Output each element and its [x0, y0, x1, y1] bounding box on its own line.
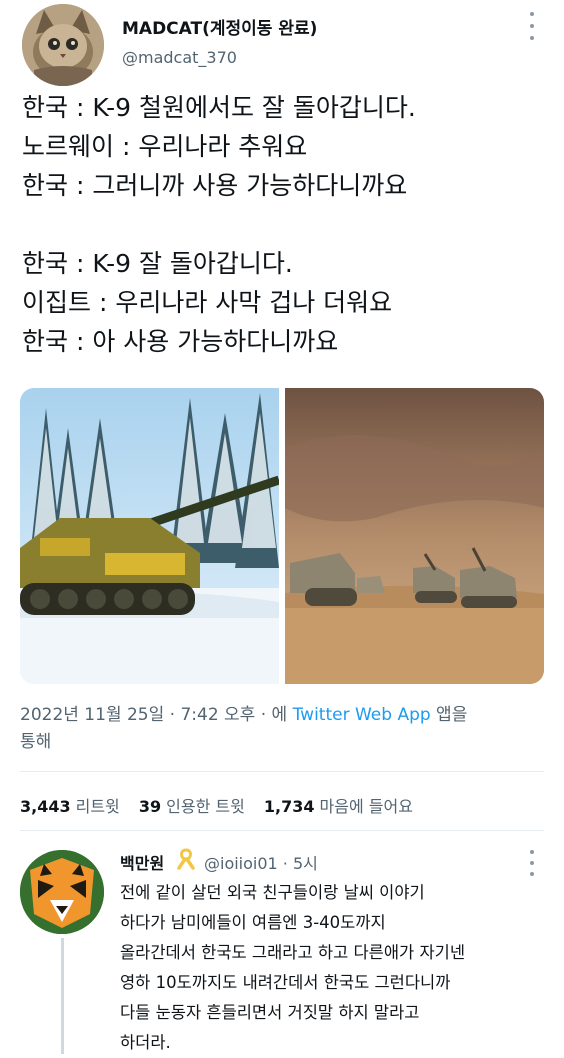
cat-avatar-icon: [22, 4, 104, 86]
quotes-label: 인용한 트윗: [166, 797, 245, 816]
more-options-icon[interactable]: [528, 12, 536, 40]
reply-avatar[interactable]: [20, 850, 104, 934]
quotes-stat[interactable]: 39 인용한 트윗: [139, 797, 245, 816]
tweet-stats: 3,443 리트윗 39 인용한 트윗 1,734 마음에 들어요: [20, 793, 427, 817]
retweets-stat[interactable]: 3,443 리트윗: [20, 797, 120, 816]
tweet-line: 이집트 : 우리나라 사막 겁나 더워요: [22, 288, 393, 317]
reply-line: 영하 10도까지도 내려간데서 한국도 그런다니까: [120, 973, 451, 992]
author-avatar[interactable]: [22, 4, 104, 86]
tweet-line: 한국 : K-9 잘 돌아갑니다.: [22, 249, 293, 278]
likes-stat[interactable]: 1,734 마음에 들어요: [264, 797, 413, 816]
tweet-media: [20, 388, 544, 684]
tweet-timestamp-source: 2022년 11월 25일 · 7:42 오후 · 에 Twitter Web …: [20, 702, 540, 756]
thread-line: [61, 938, 64, 1054]
timestamp[interactable]: 2022년 11월 25일 · 7:42 오후 ·: [20, 705, 272, 725]
divider: [20, 830, 544, 831]
via-prefix: 에: [271, 705, 293, 725]
source-link[interactable]: Twitter Web App: [293, 705, 431, 725]
tweet-header: MADCAT(계정이동 완료) @madcat_370: [0, 0, 564, 90]
retweets-label: 리트윗: [75, 797, 120, 816]
retweets-count: 3,443: [20, 797, 71, 816]
reply-more-options-icon[interactable]: [528, 850, 536, 876]
reply-line: 전에 같이 살던 외국 친구들이랑 날씨 이야기: [120, 883, 425, 902]
reply-tweet[interactable]: 백만원 @ioiioi01 · 5시 전에 같이 살던 외국 친구들이랑 날씨 …: [0, 840, 564, 1054]
desert-howitzers-photo[interactable]: [285, 388, 544, 684]
quotes-count: 39: [138, 797, 162, 816]
divider: [20, 771, 544, 772]
tweet-line: 한국 : 아 사용 가능하다니까요: [22, 327, 339, 356]
likes-count: 1,734: [263, 797, 315, 816]
tweet-text: 한국 : K-9 철원에서도 잘 돌아갑니다. 노르웨이 : 우리나라 추워요 …: [22, 88, 552, 361]
tweet-line: 노르웨이 : 우리나라 추워요: [22, 132, 308, 161]
reply-line: 하다가 남미에들이 여름엔 3-40도까지: [120, 913, 386, 932]
yellow-ribbon-icon: [176, 848, 196, 870]
likes-label: 마음에 들어요: [319, 797, 413, 816]
author-display-name[interactable]: MADCAT(계정이동 완료): [122, 14, 317, 39]
reply-text: 전에 같이 살던 외국 친구들이랑 날씨 이야기 하다가 남미에들이 여름엔 3…: [120, 878, 550, 1058]
via-suffix-2: 통해: [20, 732, 52, 752]
reply-line: 다들 눈동자 흔들리면서 거짓말 하지 말라고: [120, 1003, 420, 1022]
via-suffix: 앱을: [430, 705, 468, 725]
snowy-forest-howitzer-photo[interactable]: [20, 388, 279, 684]
tweet-line: 한국 : K-9 철원에서도 잘 돌아갑니다.: [22, 93, 416, 122]
author-handle[interactable]: @madcat_370: [122, 48, 237, 67]
reply-handle-time[interactable]: @ioiioi01 · 5시: [204, 850, 318, 874]
tiger-avatar-icon: [20, 850, 104, 934]
tweet-line: 한국 : 그러니까 사용 가능하다니까요: [22, 171, 408, 200]
reply-display-name[interactable]: 백만원: [120, 850, 164, 874]
reply-line: 올라간데서 한국도 그래라고 하고 다른애가 자기넨: [120, 943, 466, 962]
tweet-line-break: [22, 205, 552, 244]
